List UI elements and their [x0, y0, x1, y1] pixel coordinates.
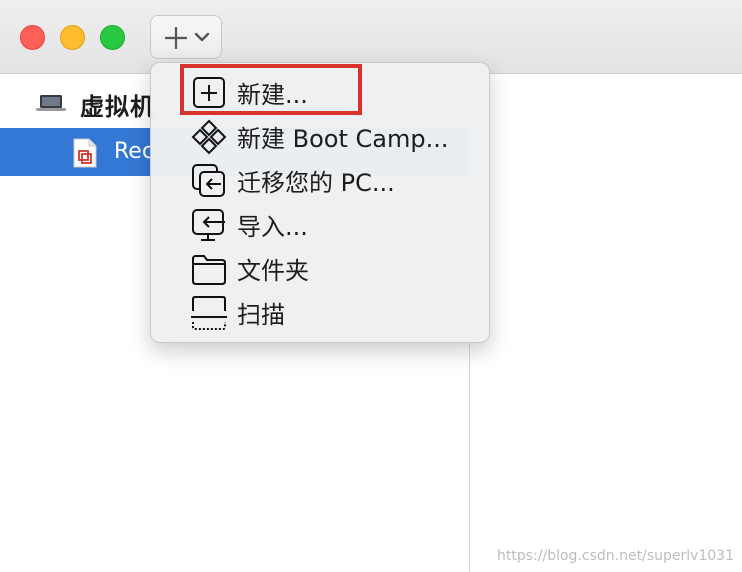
vm-document-icon — [73, 138, 97, 168]
import-icon — [192, 209, 225, 241]
menu-item-label: 新建 Boot Camp... — [237, 125, 449, 153]
close-window-button[interactable] — [20, 25, 45, 50]
zoom-window-button[interactable] — [100, 25, 125, 50]
menu-item-label: 扫描 — [237, 301, 285, 329]
menu-item-label: 迁移您的 PC... — [237, 169, 395, 197]
menu-item-label: 文件夹 — [237, 257, 309, 285]
menu-item-import[interactable]: 导入... — [191, 203, 487, 243]
plus-icon — [165, 27, 187, 49]
scan-icon — [191, 296, 227, 330]
sidebar-item-label: Rec — [114, 139, 154, 164]
menu-item-migrate-pc[interactable]: 迁移您的 PC... — [191, 159, 487, 199]
menu-item-new-bootcamp[interactable]: 新建 Boot Camp... — [191, 115, 487, 155]
menu-item-folder[interactable]: 文件夹 — [191, 247, 487, 287]
chevron-down-icon — [194, 32, 210, 42]
menu-item-scan[interactable]: 扫描 — [191, 291, 487, 331]
migrate-pc-icon — [192, 164, 225, 197]
laptop-icon — [36, 95, 66, 111]
annotation-highlight-box — [180, 64, 362, 115]
add-menu-button[interactable] — [150, 15, 222, 59]
menu-item-label: 导入... — [237, 213, 308, 241]
folder-icon — [192, 255, 226, 285]
minimize-window-button[interactable] — [60, 25, 85, 50]
sidebar-section-title: 虚拟机 — [80, 93, 155, 121]
bootcamp-diamond-icon — [191, 119, 227, 155]
watermark: https://blog.csdn.net/superlv1031 — [497, 548, 734, 564]
